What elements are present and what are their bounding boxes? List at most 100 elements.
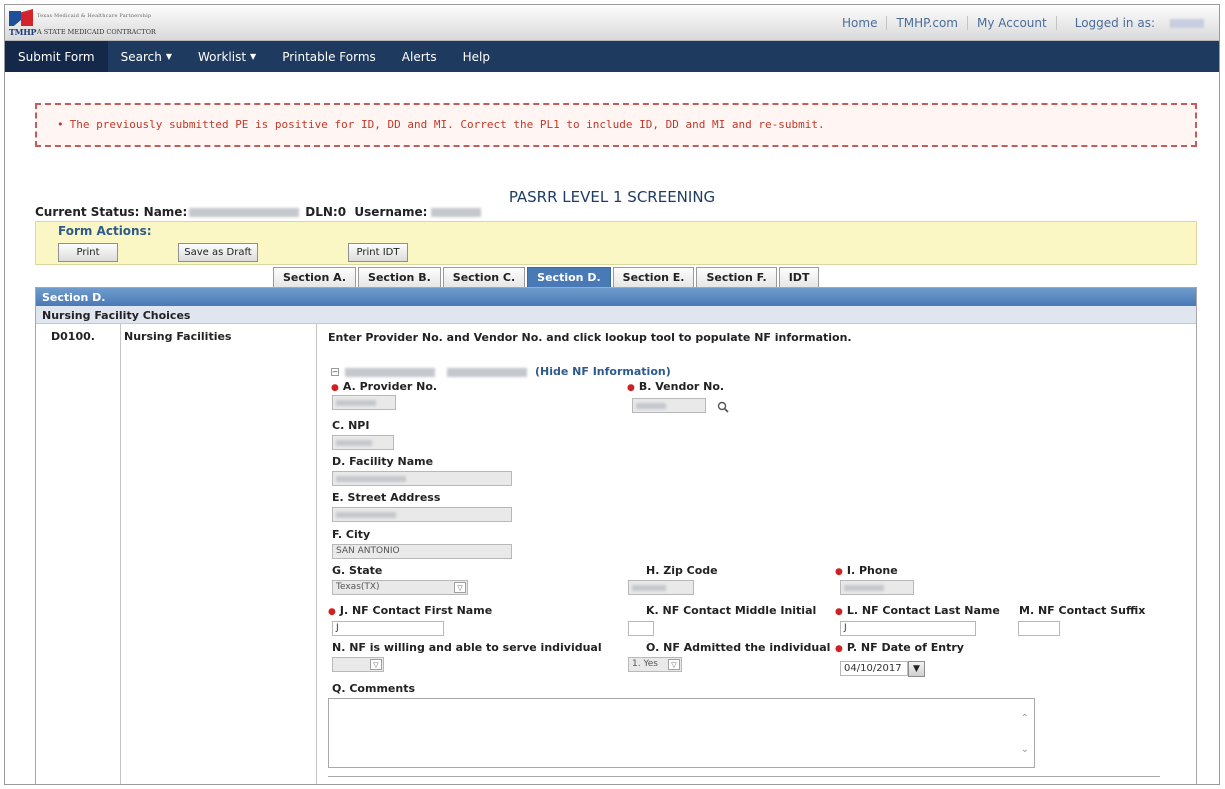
column-divider	[316, 324, 317, 784]
current-status: Current Status: Name: DLN:0 Username:	[35, 205, 482, 219]
date-entry-field[interactable]: 04/10/2017	[840, 661, 908, 676]
tmhp-com-link[interactable]: TMHP.com	[886, 16, 967, 30]
redacted-value	[336, 511, 396, 518]
lookup-magnifier-icon[interactable]	[717, 401, 729, 413]
nav-printable-forms[interactable]: Printable Forms	[269, 41, 389, 72]
tab-idt[interactable]: IDT	[778, 267, 820, 287]
username-label: Username:	[354, 205, 428, 219]
contact-last-field[interactable]: J	[840, 621, 976, 636]
required-dot-icon: ●	[328, 607, 336, 617]
zip-field[interactable]	[628, 580, 694, 595]
column-divider	[120, 324, 121, 784]
nav-submit-form[interactable]: Submit Form	[5, 41, 108, 72]
chevron-down-icon: ▽	[454, 582, 466, 593]
city-label: F. City	[332, 528, 371, 541]
npi-label: C. NPI	[332, 419, 370, 432]
scroll-up-icon[interactable]: ⌃	[1021, 713, 1029, 724]
redacted-value	[636, 402, 666, 409]
nav-help[interactable]: Help	[450, 41, 503, 72]
tmhp-logo[interactable]: TMHP Texas Medicaid & Healthcare Partner…	[9, 9, 199, 37]
required-dot-icon: ●	[331, 383, 339, 393]
error-banner: • The previously submitted PE is positive…	[35, 103, 1197, 147]
hide-nf-info-link[interactable]: (Hide NF Information)	[535, 365, 671, 378]
required-dot-icon: ●	[835, 567, 843, 577]
zip-label: H. Zip Code	[646, 564, 718, 577]
caret-down-icon: ▼	[250, 52, 257, 61]
nav-search[interactable]: Search ▼	[108, 41, 185, 72]
print-idt-button[interactable]: Print IDT	[348, 243, 408, 262]
facility-name-field[interactable]	[332, 471, 512, 486]
logged-in-label: Logged in as:	[1074, 16, 1155, 30]
admitted-value: 1. Yes	[632, 659, 658, 669]
print-button[interactable]: Print	[58, 243, 118, 262]
dln-value: DLN:0	[305, 205, 347, 219]
contact-last-text: L. NF Contact Last Name	[846, 604, 1000, 617]
chevron-down-icon: ▽	[370, 659, 382, 670]
contact-middle-field[interactable]	[628, 621, 654, 636]
redacted-text	[447, 367, 527, 377]
logo-line-1: Texas Medicaid & Healthcare Partnership	[37, 13, 152, 19]
home-link[interactable]: Home	[833, 16, 886, 30]
collapse-icon[interactable]: −	[331, 368, 339, 376]
nav-worklist[interactable]: Worklist ▼	[185, 41, 269, 72]
state-select[interactable]: Texas(TX) ▽	[332, 580, 468, 595]
tab-section-e[interactable]: Section E.	[612, 267, 695, 287]
redacted-value	[632, 584, 666, 591]
logo-line-2: A STATE MEDICAID CONTRACTOR	[37, 28, 156, 36]
browser-frame: TMHP Texas Medicaid & Healthcare Partner…	[4, 4, 1220, 785]
provider-no-field[interactable]	[332, 395, 396, 410]
date-picker-button[interactable]: ▼	[908, 661, 925, 677]
redacted-name	[189, 208, 300, 217]
contact-last-label: ● L. NF Contact Last Name	[835, 604, 1000, 617]
phone-field[interactable]	[840, 580, 914, 595]
contact-suffix-label: M. NF Contact Suffix	[1019, 604, 1146, 617]
tab-section-c[interactable]: Section C.	[442, 267, 526, 287]
redacted-value	[336, 439, 372, 446]
caret-down-icon: ▼	[165, 52, 173, 61]
section-tabs: Section A. Section B. Section C. Section…	[273, 267, 820, 287]
contact-suffix-field[interactable]	[1018, 621, 1060, 636]
city-field[interactable]: SAN ANTONIO	[332, 544, 512, 559]
required-dot-icon: ●	[835, 607, 843, 617]
top-bar: TMHP Texas Medicaid & Healthcare Partner…	[5, 5, 1219, 41]
section-subheader: Nursing Facility Choices	[36, 306, 1196, 324]
tab-section-b[interactable]: Section B.	[358, 267, 441, 287]
section-d-panel: Section D. Nursing Facility Choices D010…	[35, 287, 1197, 784]
willing-select[interactable]: ▽	[332, 657, 384, 672]
item-code: D0100.	[51, 330, 95, 343]
form-actions-label: Form Actions:	[58, 224, 152, 238]
nav-alerts[interactable]: Alerts	[389, 41, 450, 72]
top-links: Home TMHP.com My Account Logged in as:	[833, 16, 1213, 30]
nav-label: Worklist	[198, 49, 247, 64]
tab-section-a[interactable]: Section A.	[273, 267, 357, 287]
contact-first-field[interactable]: J	[332, 621, 444, 636]
phone-text: I. Phone	[846, 564, 898, 577]
willing-label: N. NF is willing and able to serve indiv…	[332, 641, 602, 654]
nf-info-toggle[interactable]: − (Hide NF Information)	[331, 365, 671, 378]
comments-label: Q. Comments	[332, 682, 416, 695]
redacted-text	[345, 367, 435, 377]
phone-label: ● I. Phone	[835, 564, 898, 577]
npi-field[interactable]	[332, 435, 394, 450]
divider	[328, 776, 1160, 777]
nav-label: Submit Form	[18, 49, 95, 64]
nav-label: Alerts	[401, 49, 437, 64]
tab-section-d[interactable]: Section D.	[527, 267, 611, 287]
vendor-no-field[interactable]	[632, 398, 706, 413]
nav-label: Search	[120, 49, 162, 64]
scroll-down-icon[interactable]: ⌄	[1021, 744, 1029, 755]
nav-label: Printable Forms	[282, 49, 376, 64]
my-account-link[interactable]: My Account	[966, 16, 1056, 30]
page-title: PASRR LEVEL 1 SCREENING	[508, 188, 716, 206]
chevron-down-icon: ▽	[668, 659, 680, 670]
tab-section-f[interactable]: Section F.	[696, 267, 777, 287]
admitted-select[interactable]: 1. Yes ▽	[628, 657, 682, 672]
comments-textarea[interactable]: ⌃ ⌄	[328, 698, 1035, 768]
date-entry-label: ● P. NF Date of Entry	[835, 641, 964, 654]
save-draft-button[interactable]: Save as Draft	[178, 243, 258, 262]
redacted-username	[431, 208, 482, 217]
redacted-username	[1170, 19, 1204, 28]
provider-no-label: ● A. Provider No.	[331, 380, 437, 393]
street-address-field[interactable]	[332, 507, 512, 522]
calendar-dropdown-icon: ▼	[913, 664, 920, 674]
